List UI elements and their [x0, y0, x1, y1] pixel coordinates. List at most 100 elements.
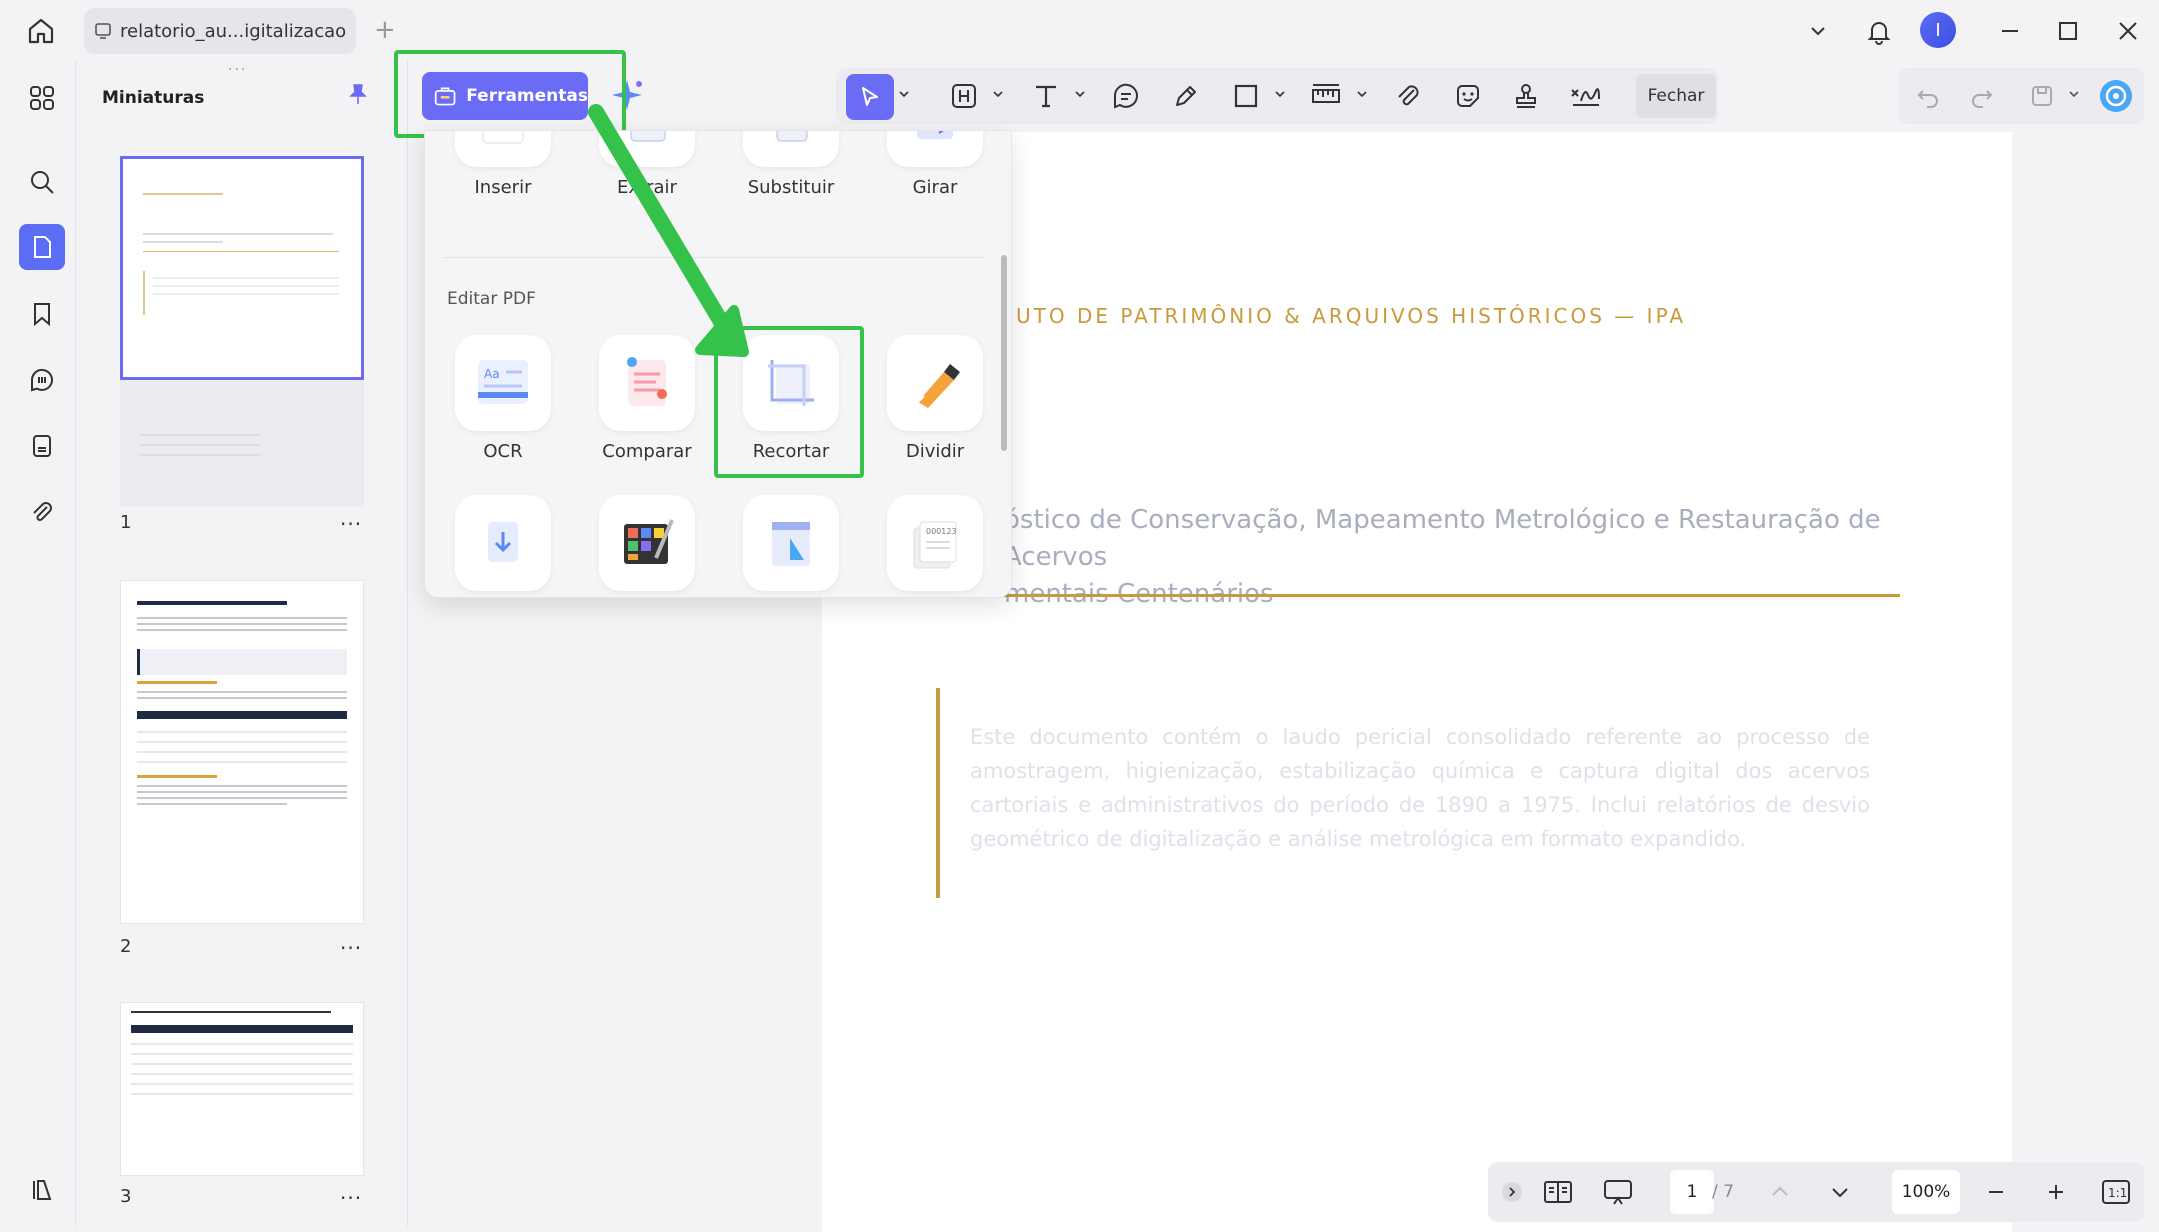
- dropdown-scrollbar[interactable]: [1001, 255, 1007, 451]
- rotate-tool[interactable]: A Girar: [875, 131, 995, 211]
- replace-tool[interactable]: Substituir: [731, 131, 851, 211]
- split-icon: [887, 335, 983, 431]
- insert-label: Inserir: [474, 177, 532, 198]
- pen-icon[interactable]: [1168, 78, 1204, 114]
- total-pages: / 7: [1712, 1182, 1734, 1202]
- replace-label: Substituir: [747, 177, 835, 198]
- current-page-input[interactable]: 1: [1670, 1170, 1714, 1214]
- background-icon: [743, 495, 839, 591]
- new-tab-button[interactable]: +: [374, 16, 396, 44]
- panel-toggle-icon[interactable]: [22, 1170, 62, 1210]
- comment-icon[interactable]: [1108, 78, 1144, 114]
- rotate-label: Girar: [912, 177, 958, 198]
- insert-tool[interactable]: Inserir: [443, 131, 563, 211]
- thumbnails-title: Miniaturas: [102, 88, 205, 108]
- zoom-level[interactable]: 100%: [1892, 1170, 1960, 1214]
- thumbnail-more-button[interactable]: ...: [340, 930, 362, 954]
- ocr-label: OCR: [483, 441, 523, 462]
- pages-icon[interactable]: [19, 224, 65, 270]
- form-icon[interactable]: [22, 426, 62, 466]
- expand-sidebar-icon[interactable]: [1500, 1176, 1524, 1208]
- thumbnail-more-button[interactable]: ...: [340, 1180, 362, 1204]
- document-subtitle-line1: óstico de Conservação, Mapeamento Metrol…: [1004, 505, 1881, 572]
- page-thumbnail-1[interactable]: [120, 156, 364, 380]
- panel-grip[interactable]: ···: [228, 62, 247, 78]
- zoom-in-icon[interactable]: [2044, 1176, 2068, 1208]
- chevron-down-icon[interactable]: [992, 88, 1004, 100]
- ai-assistant-icon[interactable]: [2098, 78, 2134, 114]
- select-cursor-icon[interactable]: [846, 74, 894, 120]
- left-rail: [8, 60, 76, 1226]
- apps-grid-icon[interactable]: [22, 78, 62, 118]
- text-tool-icon[interactable]: [1028, 78, 1064, 114]
- search-icon[interactable]: [22, 162, 62, 202]
- actual-size-icon[interactable]: 1:1: [2100, 1176, 2132, 1208]
- chevron-down-icon[interactable]: [1274, 88, 1286, 100]
- bates-number-tool[interactable]: 000123: [875, 495, 995, 597]
- rotate-icon: A: [887, 131, 983, 167]
- document-tab[interactable]: relatorio_au...igitalizacao: [84, 8, 356, 54]
- maximize-icon[interactable]: [2054, 14, 2082, 48]
- split-label: Dividir: [905, 441, 965, 462]
- attachment-icon[interactable]: [1390, 78, 1426, 114]
- notification-bell-icon[interactable]: [1862, 14, 1896, 48]
- home-icon[interactable]: [24, 14, 58, 48]
- palette-tool[interactable]: [587, 495, 707, 597]
- sticker-icon[interactable]: [1450, 78, 1486, 114]
- split-tool[interactable]: Dividir: [875, 335, 995, 475]
- chevron-down-icon[interactable]: [1356, 88, 1368, 100]
- compare-label: Comparar: [602, 441, 692, 462]
- pin-icon[interactable]: [346, 82, 370, 110]
- presentation-icon[interactable]: [1602, 1176, 1634, 1208]
- zoom-out-icon[interactable]: [1984, 1176, 2008, 1208]
- document-tab-title: relatorio_au...igitalizacao: [120, 20, 347, 42]
- ocr-tool[interactable]: Aa OCR: [443, 335, 563, 475]
- thumbnail-more-button[interactable]: ...: [340, 506, 362, 530]
- page-layout-icon[interactable]: [1542, 1176, 1574, 1208]
- redo-icon[interactable]: [1964, 78, 2000, 114]
- compress-icon: [455, 495, 551, 591]
- page-thumbnail-2[interactable]: [120, 580, 364, 924]
- compress-tool[interactable]: [443, 495, 563, 597]
- chevron-down-icon[interactable]: [898, 88, 910, 100]
- close-window-icon[interactable]: [2114, 14, 2142, 48]
- rectangle-shape-icon[interactable]: [1228, 78, 1264, 114]
- compare-tool[interactable]: Comparar: [587, 335, 707, 475]
- chevron-down-icon[interactable]: [2068, 88, 2080, 100]
- insert-icon: [455, 131, 551, 167]
- document-organization: UTO DE PATRIMÔNIO & ARQUIVOS HISTÓRICOS …: [1016, 304, 1687, 328]
- thumbnail-page-number: 3: [120, 1186, 132, 1207]
- thumbnail-page-number: 2: [120, 936, 132, 957]
- chevron-down-icon[interactable]: [1074, 88, 1086, 100]
- extract-label: Extrair: [617, 177, 677, 198]
- title-bar: relatorio_au...igitalizacao + I: [0, 0, 2159, 60]
- page-thumbnail-3[interactable]: [120, 1002, 364, 1176]
- replace-icon: [743, 131, 839, 167]
- document-rule: [1004, 594, 1900, 597]
- bookmark-icon[interactable]: [22, 294, 62, 334]
- document-tab-icon: [95, 23, 111, 39]
- tools-button-highlight: [394, 50, 626, 138]
- bates-number-icon: 000123: [887, 495, 983, 591]
- highlight-text-icon[interactable]: [946, 78, 982, 114]
- background-tool[interactable]: [731, 495, 851, 597]
- extract-tool[interactable]: Extrair: [587, 131, 707, 211]
- user-avatar[interactable]: I: [1920, 12, 1956, 48]
- abstract-accent-bar: [936, 688, 940, 898]
- save-icon[interactable]: [2024, 78, 2060, 114]
- signature-icon[interactable]: [1568, 78, 1604, 114]
- previous-page-icon[interactable]: [1768, 1176, 1792, 1208]
- svg-text:000123: 000123: [926, 527, 957, 536]
- undo-icon[interactable]: [1910, 78, 1946, 114]
- thumbnails-panel: ··· Miniaturas 1 ... 2 ... 3 ...: [78, 60, 408, 1226]
- stamp-icon[interactable]: [1508, 78, 1544, 114]
- chevron-down-icon[interactable]: [1806, 14, 1830, 48]
- svg-text:1:1: 1:1: [2108, 1186, 2127, 1200]
- comments-icon[interactable]: [22, 360, 62, 400]
- attachment-icon[interactable]: [22, 492, 62, 532]
- next-page-icon[interactable]: [1828, 1176, 1852, 1208]
- minimize-icon[interactable]: [1996, 14, 2024, 48]
- thumbnail-page-number: 1: [120, 512, 132, 533]
- measure-icon[interactable]: [1308, 78, 1344, 114]
- close-tools-button[interactable]: Fechar: [1636, 74, 1716, 118]
